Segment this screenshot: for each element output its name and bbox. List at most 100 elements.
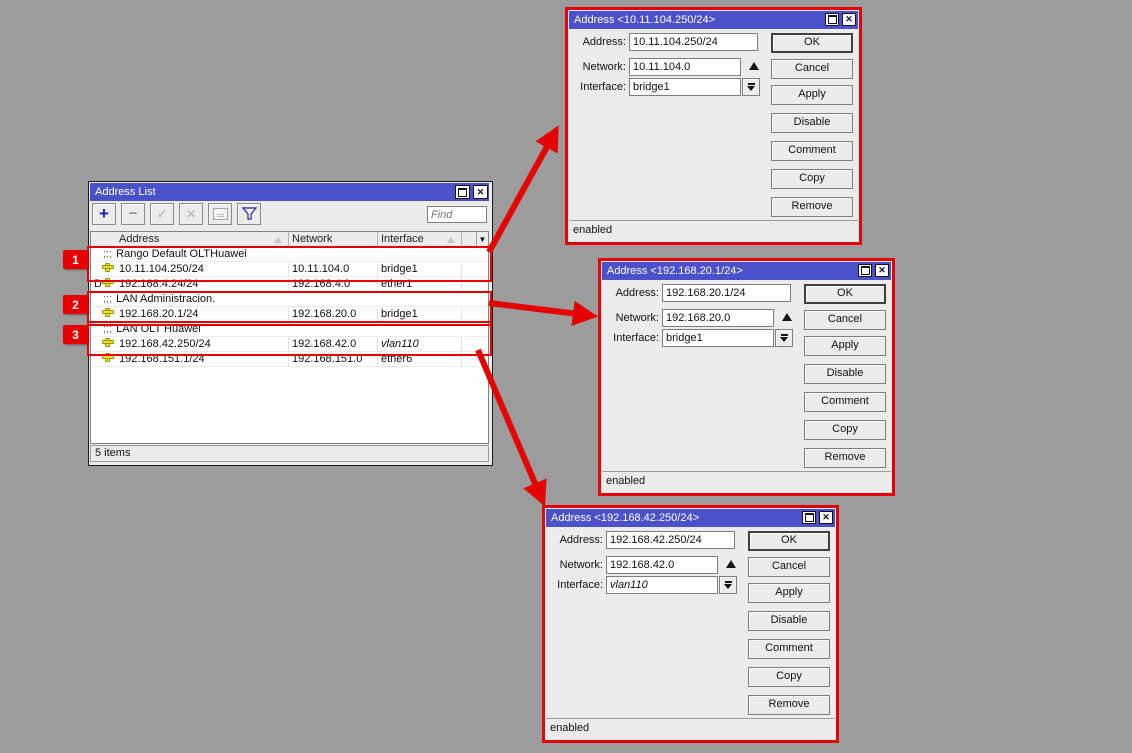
cell-network: 192.168.4.0 — [292, 278, 350, 291]
copy-button[interactable]: Copy — [804, 420, 886, 440]
address-dialog-2: Address <192.168.20.1/24> ✕ Address: Net… — [598, 258, 895, 496]
sort-icon-address — [274, 237, 282, 243]
interface-label: Interface: — [547, 576, 603, 594]
network-field[interactable] — [662, 309, 774, 327]
address-field[interactable] — [629, 33, 758, 51]
dialog-title: Address <192.168.20.1/24> — [607, 265, 743, 277]
desktop: Address List ✕ + − ✓ ✕ Address Network I… — [0, 0, 1132, 753]
filter-funnel-icon — [242, 207, 257, 221]
ok-button[interactable]: OK — [748, 531, 830, 551]
cancel-button[interactable]: Cancel — [804, 310, 886, 330]
comment-row[interactable]: ;;;Rango Default OLTHuawei — [91, 247, 488, 262]
dialog-titlebar[interactable]: Address <192.168.20.1/24> — [602, 262, 891, 280]
cancel-button[interactable]: Cancel — [748, 557, 830, 577]
spin-up-icon[interactable] — [749, 62, 759, 70]
ip-icon-part — [102, 340, 114, 344]
network-field[interactable] — [606, 556, 718, 574]
ip-icon-part — [102, 310, 114, 314]
column-dropdown-button[interactable]: ▼ — [476, 232, 488, 246]
network-field[interactable] — [629, 58, 741, 76]
disable-button[interactable]: Disable — [748, 611, 830, 631]
find-input[interactable] — [427, 206, 487, 223]
address-row[interactable]: 192.168.151.1/24 192.168.151.0 ether6 — [91, 352, 488, 367]
address-row[interactable]: 192.168.20.1/24 192.168.20.0 bridge1 — [91, 307, 488, 322]
address-label: Address: — [570, 33, 626, 51]
add-button[interactable]: + — [92, 203, 116, 225]
titlebar-buttons: ✕ — [455, 185, 488, 199]
column-header-network[interactable]: Network — [292, 233, 332, 246]
item-count-statusbar: 5 items — [90, 445, 489, 462]
column-header-address[interactable]: Address — [119, 233, 159, 246]
column-divider — [461, 232, 462, 247]
column-divider — [288, 278, 289, 292]
dialog-titlebar[interactable]: Address <10.11.104.250/24> — [569, 11, 858, 29]
disable-button[interactable]: Disable — [771, 113, 853, 133]
dialog-statusbar: enabled — [546, 718, 835, 739]
dialog-titlebar[interactable]: Address <192.168.42.250/24> — [546, 509, 835, 527]
address-row[interactable]: D 192.168.4.24/24 192.168.4.0 ether1 — [91, 277, 488, 292]
remove-button[interactable]: Remove — [748, 695, 830, 715]
disable-button[interactable]: Disable — [804, 364, 886, 384]
comment-row[interactable]: ;;;LAN Administracion. — [91, 292, 488, 307]
ok-button[interactable]: OK — [771, 33, 853, 53]
close-icon: ✕ — [477, 188, 485, 197]
comment-row[interactable]: ;;;LAN OLT Huawei — [91, 322, 488, 337]
column-header-interface[interactable]: Interface — [381, 233, 424, 246]
interface-field[interactable] — [662, 329, 774, 347]
comment-button[interactable]: Comment — [804, 392, 886, 412]
interface-field[interactable] — [629, 78, 741, 96]
close-button[interactable]: ✕ — [875, 264, 889, 277]
network-label: Network: — [603, 309, 659, 327]
cancel-button[interactable]: Cancel — [771, 59, 853, 79]
filter-button[interactable] — [237, 203, 261, 225]
interface-dropdown-button[interactable] — [775, 329, 793, 347]
comment-button[interactable] — [208, 203, 232, 225]
address-field[interactable] — [606, 531, 735, 549]
titlebar-buttons: ✕ — [825, 13, 856, 26]
maximize-button[interactable] — [455, 185, 470, 199]
address-row[interactable]: 10.11.104.250/24 10.11.104.0 bridge1 — [91, 262, 488, 277]
dialog-title: Address <10.11.104.250/24> — [574, 14, 715, 26]
dropdown-icon-arrow — [724, 584, 732, 589]
remove-button[interactable]: Remove — [771, 197, 853, 217]
close-button[interactable]: ✕ — [473, 185, 488, 199]
spin-up-icon[interactable] — [782, 313, 792, 321]
enable-button[interactable]: ✓ — [150, 203, 174, 225]
maximize-button[interactable] — [802, 511, 816, 524]
column-divider — [288, 338, 289, 352]
address-list-titlebar[interactable]: Address List — [90, 183, 489, 201]
interface-dropdown-button[interactable] — [742, 78, 760, 96]
dialog-statusbar: enabled — [602, 471, 891, 492]
copy-button[interactable]: Copy — [771, 169, 853, 189]
address-table: Address Network Interface ▼ ;;;Rango Def… — [90, 231, 489, 444]
maximize-button[interactable] — [825, 13, 839, 26]
comment-text: LAN Administracion. — [116, 293, 215, 305]
spin-up-icon[interactable] — [726, 560, 736, 568]
ok-button[interactable]: OK — [804, 284, 886, 304]
address-field[interactable] — [662, 284, 791, 302]
address-label: Address: — [603, 284, 659, 302]
arrow-to-dialog-1 — [489, 143, 549, 252]
comment-button[interactable]: Comment — [771, 141, 853, 161]
close-button[interactable]: ✕ — [842, 13, 856, 26]
interface-field[interactable] — [606, 576, 718, 594]
ip-address-icon — [102, 308, 114, 317]
remove-button[interactable]: Remove — [804, 448, 886, 468]
column-divider — [377, 338, 378, 352]
remove-button[interactable]: − — [121, 203, 145, 225]
window-title: Address List — [95, 186, 156, 198]
apply-button[interactable]: Apply — [804, 336, 886, 356]
close-button[interactable]: ✕ — [819, 511, 833, 524]
maximize-button[interactable] — [858, 264, 872, 277]
interface-dropdown-button[interactable] — [719, 576, 737, 594]
chevron-down-icon: ▼ — [479, 235, 487, 244]
cell-interface: vlan110 — [381, 338, 419, 351]
dialog-title: Address <192.168.42.250/24> — [551, 512, 699, 524]
address-row[interactable]: 192.168.42.250/24 192.168.42.0 vlan110 — [91, 337, 488, 352]
disable-button[interactable]: ✕ — [179, 203, 203, 225]
interface-label: Interface: — [603, 329, 659, 347]
copy-button[interactable]: Copy — [748, 667, 830, 687]
comment-button[interactable]: Comment — [748, 639, 830, 659]
apply-button[interactable]: Apply — [748, 583, 830, 603]
apply-button[interactable]: Apply — [771, 85, 853, 105]
